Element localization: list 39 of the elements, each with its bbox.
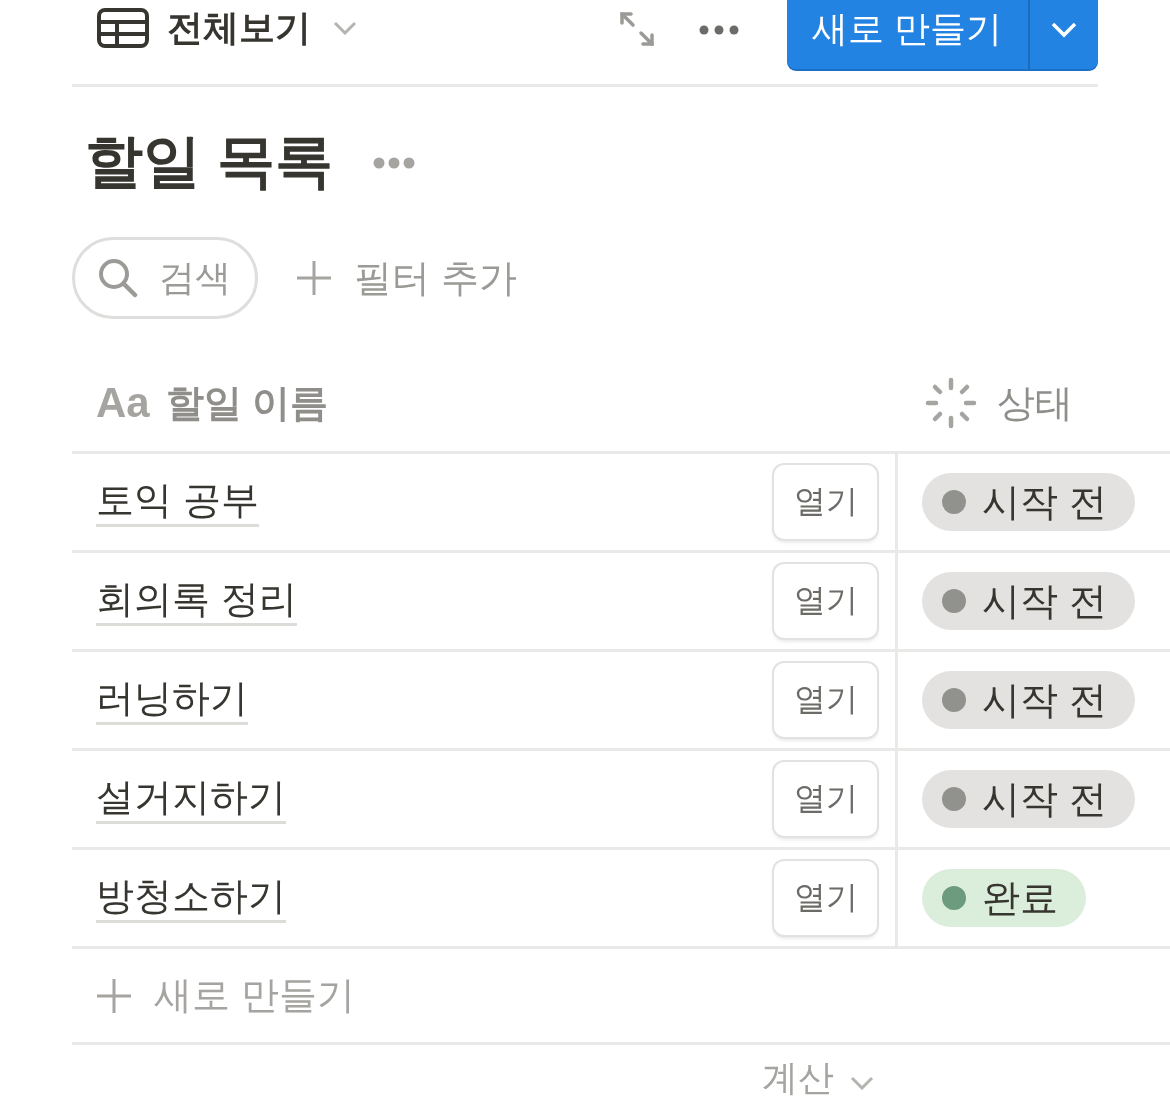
calculate-label: 계산	[762, 1057, 834, 1099]
status-tag[interactable]: 시작 전	[922, 770, 1135, 828]
table-icon	[97, 8, 149, 48]
status-label: 시작 전	[982, 677, 1107, 723]
open-button[interactable]: 열기	[774, 762, 877, 836]
page-title: 할일 목록	[85, 127, 334, 195]
open-button[interactable]: 열기	[774, 663, 877, 737]
task-title-link[interactable]: 토익 공부	[96, 477, 259, 527]
status-tag[interactable]: 시작 전	[922, 572, 1135, 630]
status-label: 시작 전	[982, 479, 1107, 525]
status-tag[interactable]: 완료	[922, 869, 1086, 927]
more-icon[interactable]	[373, 157, 416, 169]
chevron-down-icon	[1051, 21, 1077, 38]
new-menu-button[interactable]	[1028, 0, 1098, 69]
chevron-down-icon	[850, 1076, 874, 1090]
open-button[interactable]: 열기	[774, 564, 877, 638]
open-button[interactable]: 열기	[774, 465, 877, 539]
status-tag[interactable]: 시작 전	[922, 671, 1135, 729]
plus-icon	[296, 260, 332, 296]
add-filter-label: 필터 추가	[354, 255, 517, 301]
open-button[interactable]: 열기	[774, 861, 877, 935]
plus-icon	[96, 977, 132, 1014]
add-row-label: 새로 만들기	[154, 973, 355, 1018]
expand-icon[interactable]	[619, 11, 655, 47]
status-label: 시작 전	[982, 578, 1107, 624]
more-icon[interactable]	[699, 25, 739, 35]
search-icon	[98, 258, 138, 298]
spinner-icon	[925, 377, 977, 429]
status-tag[interactable]: 시작 전	[922, 473, 1135, 531]
chevron-down-icon[interactable]	[333, 21, 357, 35]
task-title-link[interactable]: 설거지하기	[96, 774, 286, 824]
view-selector[interactable]: 전체보기	[167, 6, 311, 50]
status-label: 완료	[982, 875, 1058, 921]
text-type-label: Aa	[96, 378, 150, 428]
task-title-link[interactable]: 러닝하기	[96, 675, 248, 725]
status-label: 시작 전	[982, 776, 1107, 822]
task-title-link[interactable]: 회의록 정리	[96, 576, 297, 626]
task-title-link[interactable]: 방청소하기	[96, 873, 286, 923]
search-field[interactable]: 검색	[72, 237, 258, 319]
